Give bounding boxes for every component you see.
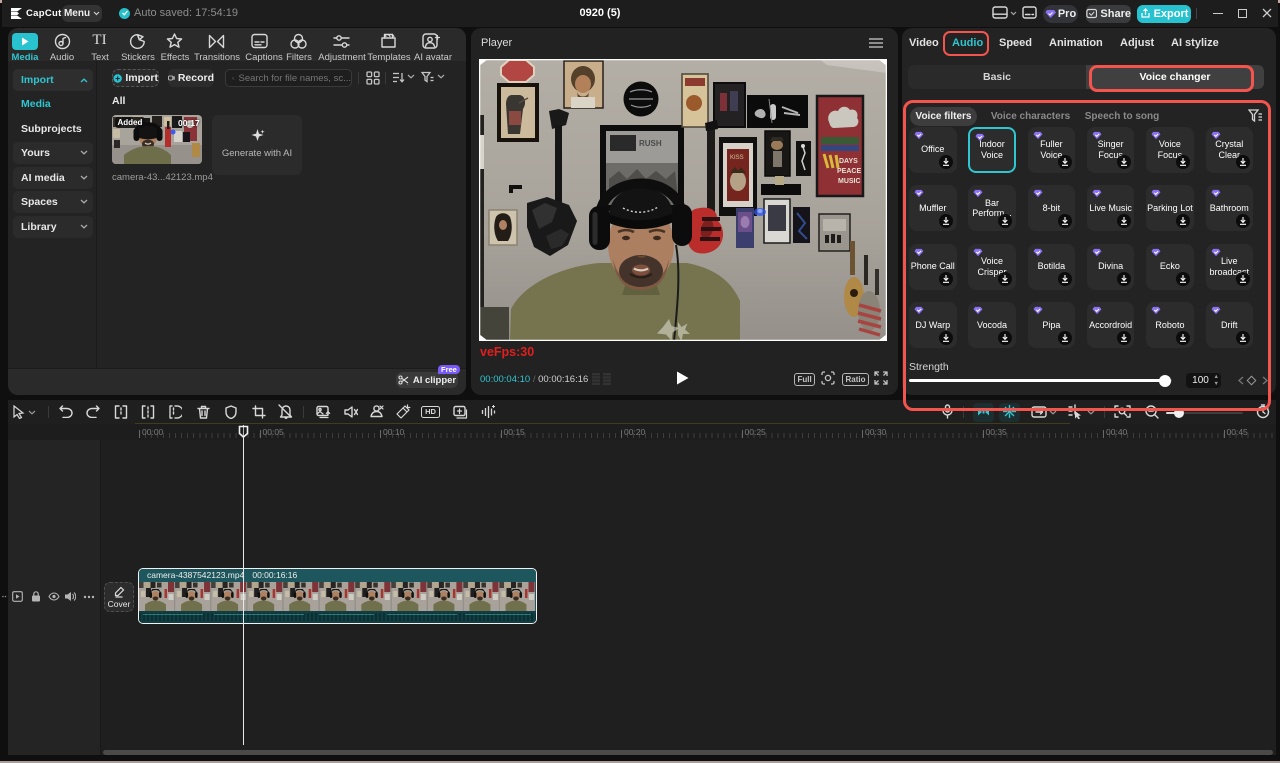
svg-text:KISS: KISS xyxy=(730,155,744,161)
svg-text:DAYS: DAYS xyxy=(839,158,858,165)
svg-text:RUSH: RUSH xyxy=(639,139,662,148)
svg-text:PEACE: PEACE xyxy=(837,168,861,175)
svg-text:MUSIC: MUSIC xyxy=(838,178,861,185)
